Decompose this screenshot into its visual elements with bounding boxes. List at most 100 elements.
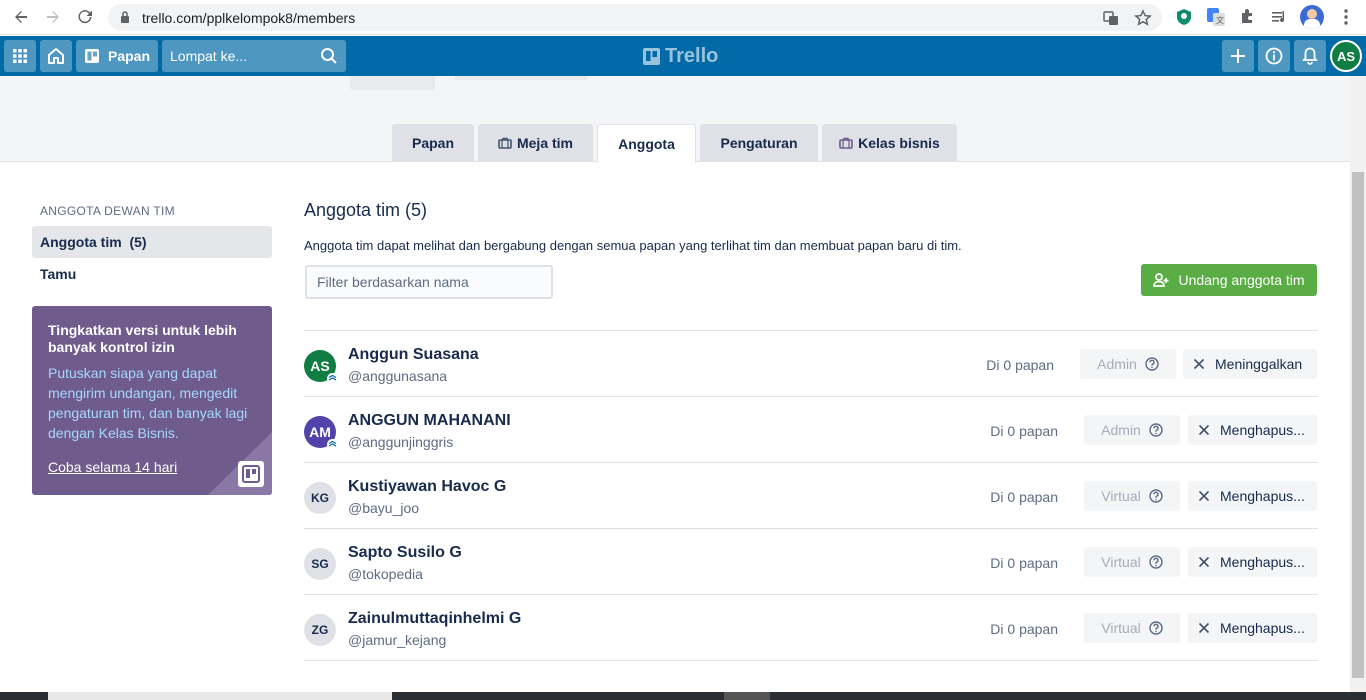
close-icon — [1193, 358, 1205, 370]
sidebar-item-team-members[interactable]: Anggota tim (5) — [32, 226, 272, 258]
member-boards[interactable]: Di 0 papan — [958, 423, 1058, 439]
tab-label: Pengaturan — [720, 135, 798, 151]
forward-icon[interactable] — [40, 5, 66, 29]
member-username: @anggunjinggris — [348, 434, 454, 450]
bell-icon — [1302, 47, 1318, 65]
tab-business-class[interactable]: Kelas bisnis — [822, 124, 957, 162]
user-avatar[interactable]: AS — [1330, 40, 1362, 72]
translate-icon[interactable] — [1102, 9, 1120, 27]
invite-member-button[interactable]: Undang anggota tim — [1141, 264, 1317, 296]
member-avatar[interactable]: KG — [304, 482, 336, 514]
boards-button[interactable]: Papan — [76, 40, 158, 72]
member-username: @bayu_joo — [348, 500, 420, 516]
info-icon — [1265, 47, 1283, 65]
member-remove-button[interactable]: Menghapus... — [1188, 613, 1317, 643]
member-role-label: Virtual — [1101, 620, 1141, 636]
reload-icon[interactable] — [72, 5, 98, 29]
help-icon[interactable] — [1149, 489, 1163, 503]
tab-boards[interactable]: Papan — [392, 124, 474, 162]
member-row: SG Sapto Susilo G @tokopedia Di 0 papan … — [304, 529, 1318, 595]
member-name[interactable]: Sapto Susilo G — [348, 544, 462, 562]
member-name[interactable]: Kustiyawan Havoc G — [348, 478, 506, 496]
member-name[interactable]: ANGGUN MAHANANI — [348, 412, 511, 430]
member-avatar[interactable]: AM — [304, 416, 338, 450]
create-button[interactable] — [1222, 40, 1254, 72]
taskbar-item[interactable] — [724, 692, 770, 700]
apps-grid-icon — [13, 49, 27, 63]
page-title: Anggota tim (5) — [304, 200, 428, 220]
home-icon — [48, 48, 64, 64]
star-icon[interactable] — [1134, 9, 1152, 27]
member-boards[interactable]: Di 0 papan — [958, 555, 1058, 571]
trello-logo-text: Trello — [665, 45, 719, 67]
browser-profile-avatar[interactable] — [1300, 5, 1324, 29]
boards-label: Papan — [108, 48, 151, 64]
member-name[interactable]: Anggun Suasana — [348, 346, 479, 364]
extension-shield-icon[interactable] — [1174, 7, 1194, 27]
tab-label: Papan — [411, 135, 454, 151]
sidebar-item-count: (5) — [129, 234, 147, 250]
address-bar[interactable]: trello.com/pplkelompok8/members — [108, 4, 1162, 31]
tab-team-table[interactable]: Meja tim — [478, 124, 593, 162]
filter-by-name-input[interactable] — [305, 265, 553, 299]
member-row: ZG Zainulmuttaqinhelmi G @jamur_kejang D… — [304, 595, 1318, 661]
scrollbar-thumb[interactable] — [1352, 172, 1364, 678]
home-button[interactable] — [40, 40, 72, 72]
member-name[interactable]: Zainulmuttaqinhelmi G — [348, 610, 521, 628]
sidebar-item-guests[interactable]: Tamu — [32, 258, 272, 290]
member-username: @jamur_kejang — [348, 632, 447, 648]
member-avatar[interactable]: AS — [304, 350, 338, 384]
admin-badge-icon — [327, 373, 338, 384]
help-icon[interactable] — [1145, 357, 1159, 371]
member-remove-button[interactable]: Menghapus... — [1188, 481, 1317, 511]
sidebar-item-label: Anggota tim — [40, 234, 122, 250]
search-placeholder: Lompat ke... — [170, 48, 248, 64]
search-box[interactable]: Lompat ke... — [162, 40, 346, 72]
tab-members[interactable]: Anggota — [597, 124, 696, 163]
member-initials: ZG — [311, 623, 329, 637]
member-avatar[interactable]: ZG — [304, 614, 336, 646]
member-remove-button[interactable]: Menghapus... — [1188, 547, 1317, 577]
trello-header: Papan Lompat ke... Trello AS — [0, 36, 1366, 76]
help-icon[interactable] — [1149, 423, 1163, 437]
svg-text:文: 文 — [1216, 15, 1224, 25]
trello-logo[interactable]: Trello — [643, 45, 718, 68]
member-initials: KG — [311, 491, 329, 505]
extensions-puzzle-icon[interactable] — [1238, 7, 1258, 27]
tab-label: Meja tim — [516, 135, 573, 151]
close-icon — [1198, 490, 1210, 502]
taskbar-search[interactable] — [48, 692, 392, 700]
member-avatar[interactable]: SG — [304, 548, 336, 580]
tab-label: Anggota — [618, 136, 675, 152]
google-translate-icon[interactable]: 文 — [1206, 7, 1226, 27]
member-action-label: Menghapus... — [1220, 620, 1305, 636]
tab-settings[interactable]: Pengaturan — [700, 124, 818, 162]
help-icon[interactable] — [1149, 555, 1163, 569]
member-leave-button[interactable]: Meninggalkan — [1183, 349, 1317, 379]
page-description: Anggota tim dapat melihat dan bergabung … — [304, 238, 962, 253]
member-boards[interactable]: Di 0 papan — [958, 489, 1058, 505]
member-initials: SG — [311, 557, 329, 571]
notifications-button[interactable] — [1294, 40, 1326, 72]
member-role-label: Admin — [1097, 356, 1137, 372]
promo-trial-link[interactable]: Coba selama 14 hari — [48, 459, 177, 475]
back-icon[interactable] — [8, 5, 34, 29]
browser-menu-icon[interactable] — [1336, 7, 1356, 27]
member-action-label: Menghapus... — [1220, 422, 1305, 438]
help-icon[interactable] — [1149, 621, 1163, 635]
member-boards[interactable]: Di 0 papan — [954, 357, 1054, 373]
member-username: @tokopedia — [348, 566, 423, 582]
invite-button-label: Undang anggota tim — [1178, 272, 1305, 288]
member-remove-button[interactable]: Menghapus... — [1188, 415, 1317, 445]
apps-button[interactable] — [4, 40, 36, 72]
member-boards[interactable]: Di 0 papan — [958, 621, 1058, 637]
member-initials: AM — [309, 424, 331, 440]
media-control-icon[interactable] — [1270, 7, 1290, 27]
member-row: KG Kustiyawan Havoc G @bayu_joo Di 0 pap… — [304, 463, 1318, 529]
trello-board-icon — [238, 461, 264, 487]
member-role-label: Admin — [1101, 422, 1141, 438]
add-user-icon — [1153, 273, 1169, 287]
admin-badge-icon — [327, 439, 338, 450]
member-initials: AS — [310, 358, 330, 374]
info-button[interactable] — [1258, 40, 1290, 72]
